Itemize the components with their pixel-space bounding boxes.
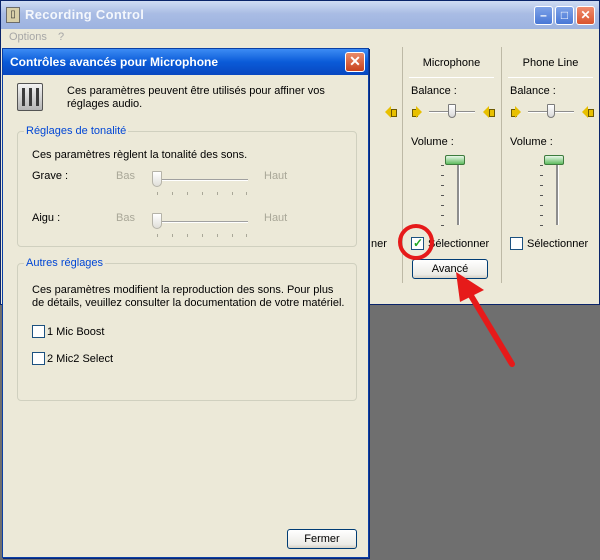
aigu-slider-thumb[interactable] xyxy=(152,213,162,229)
mic-boost-label: 1 Mic Boost xyxy=(47,326,105,338)
grave-ticks xyxy=(157,192,247,195)
other-group-label: Autres réglages xyxy=(24,257,106,269)
aigu-low-label: Bas xyxy=(116,212,135,224)
grave-label: Grave : xyxy=(32,170,69,182)
grave-low-label: Bas xyxy=(116,170,135,182)
grave-slider-track xyxy=(152,179,248,181)
other-group: Autres réglages Ces paramètres modifient… xyxy=(17,257,357,401)
aigu-high-label: Haut xyxy=(264,212,288,224)
mic-boost-checkbox[interactable] xyxy=(32,325,45,338)
dialog-title: Contrôles avancés pour Microphone xyxy=(10,55,219,69)
grave-slider-thumb[interactable] xyxy=(152,171,162,187)
tone-description: Ces paramètres règlent la tonalité des s… xyxy=(32,149,248,161)
mic2-select-checkbox[interactable] xyxy=(32,352,45,365)
grave-high-label: Haut xyxy=(264,170,288,182)
dialog-titlebar[interactable]: Contrôles avancés pour Microphone ✕ xyxy=(3,49,368,75)
tone-group: Réglages de tonalité Ces paramètres règl… xyxy=(17,125,357,247)
aigu-ticks xyxy=(157,234,247,237)
dialog-description: Ces paramètres peuvent être utilisés pou… xyxy=(67,85,325,110)
close-button[interactable]: Fermer xyxy=(287,529,357,549)
advanced-controls-dialog: Contrôles avancés pour Microphone ✕ Ces … xyxy=(2,48,369,558)
aigu-slider-track xyxy=(152,221,248,223)
other-description: Ces paramètres modifient la reproduction… xyxy=(32,284,345,309)
tone-group-label: Réglages de tonalité xyxy=(24,125,129,137)
mixer-icon xyxy=(17,83,43,111)
aigu-label: Aigu : xyxy=(32,212,61,224)
mic2-select-label: 2 Mic2 Select xyxy=(47,353,114,365)
close-icon[interactable]: ✕ xyxy=(345,52,365,72)
